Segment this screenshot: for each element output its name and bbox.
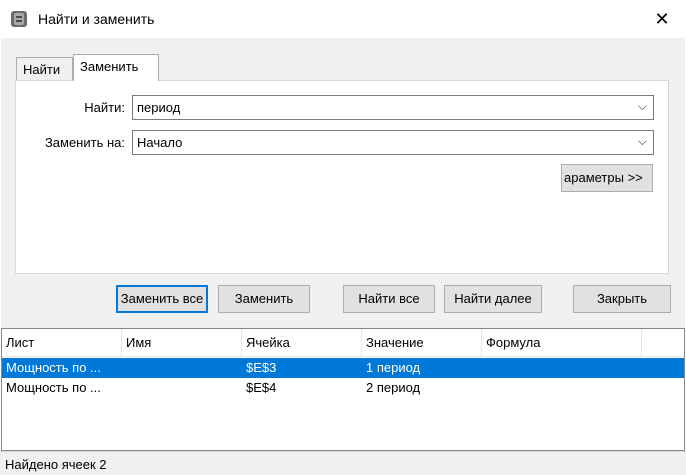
- column-header-formula[interactable]: Формула: [482, 329, 642, 357]
- replace-all-button[interactable]: Заменить все: [116, 285, 208, 313]
- find-combobox[interactable]: период ⌵: [132, 95, 654, 120]
- cell-address: $E$4: [246, 380, 277, 395]
- cell-value: 1 период: [366, 360, 421, 375]
- status-text: Найдено ячеек 2: [5, 457, 107, 472]
- tab-replace[interactable]: Заменить: [73, 54, 159, 81]
- column-header-cell[interactable]: Ячейка: [242, 329, 362, 357]
- app-icon: [11, 11, 27, 27]
- options-button[interactable]: араметры >>: [561, 164, 653, 192]
- find-all-button[interactable]: Найти все: [343, 285, 435, 313]
- cell-formula: [482, 358, 642, 378]
- tab-find[interactable]: Найти: [16, 57, 73, 81]
- cell-value: 2 период: [366, 380, 421, 395]
- find-label: Найти:: [84, 100, 125, 115]
- status-bar: Найдено ячеек 2: [0, 451, 686, 475]
- close-button[interactable]: Закрыть: [573, 285, 671, 313]
- cell-sheet: Мощность по ...: [6, 380, 101, 395]
- cell-name: [122, 378, 242, 398]
- replace-input-value[interactable]: Начало: [137, 135, 182, 150]
- close-window-icon[interactable]: ✕: [652, 9, 672, 29]
- find-next-button[interactable]: Найти далее: [444, 285, 542, 313]
- dialog-body: Найти Заменить Найти: период ⌵ Заменить …: [1, 38, 685, 328]
- column-header-value[interactable]: Значение: [362, 329, 482, 357]
- replace-label: Заменить на:: [44, 135, 125, 150]
- replace-combobox[interactable]: Начало ⌵: [132, 130, 654, 155]
- table-row[interactable]: Мощность по ... $E$3 1 период: [2, 358, 684, 378]
- results-list[interactable]: Лист Имя Ячейка Значение Формула Мощност…: [1, 328, 685, 451]
- chevron-down-icon[interactable]: ⌵: [638, 134, 647, 149]
- cell-sheet: Мощность по ...: [6, 360, 101, 375]
- column-header-name[interactable]: Имя: [122, 329, 242, 357]
- find-input-value[interactable]: период: [137, 100, 180, 115]
- column-header-sheet[interactable]: Лист: [2, 329, 122, 357]
- window-title: Найти и заменить: [38, 11, 155, 27]
- chevron-down-icon[interactable]: ⌵: [638, 99, 647, 114]
- cell-formula: [482, 378, 642, 398]
- replace-button[interactable]: Заменить: [218, 285, 310, 313]
- results-header: Лист Имя Ячейка Значение Формула: [2, 329, 684, 357]
- cell-address: $E$3: [246, 360, 277, 375]
- cell-name: [122, 358, 242, 378]
- table-row[interactable]: Мощность по ... $E$4 2 период: [2, 378, 684, 398]
- title-bar: Найти и заменить ✕: [0, 0, 686, 38]
